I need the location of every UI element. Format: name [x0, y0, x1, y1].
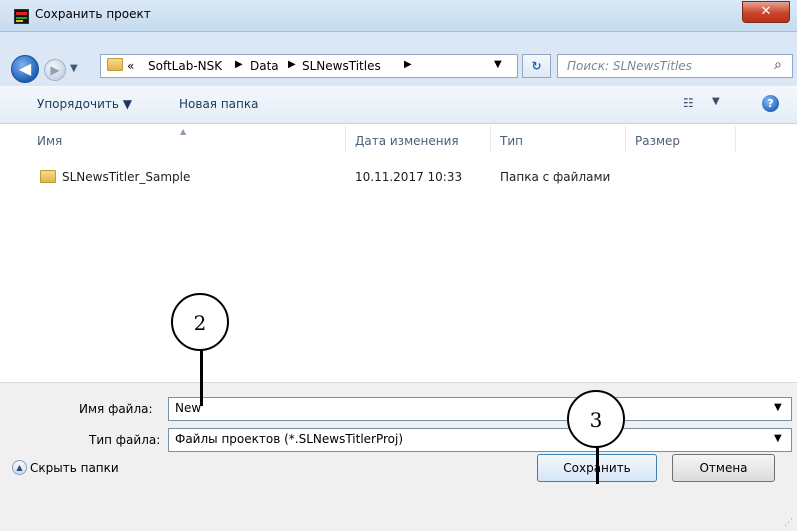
- recent-pages-dropdown[interactable]: ▼: [70, 63, 78, 74]
- filename-input[interactable]: [168, 397, 792, 421]
- back-button[interactable]: ◀: [11, 55, 39, 83]
- help-button[interactable]: ?: [762, 95, 779, 112]
- window-title: Сохранить проект: [35, 7, 151, 21]
- breadcrumb-separator-icon[interactable]: ▶: [288, 59, 296, 70]
- filetype-label: Тип файла:: [89, 433, 161, 447]
- close-button[interactable]: ✕: [742, 1, 790, 23]
- column-header-date[interactable]: Дата изменения: [355, 134, 459, 148]
- breadcrumb-data[interactable]: Data: [250, 59, 279, 73]
- forward-button[interactable]: ▶: [44, 59, 66, 81]
- column-header-size[interactable]: Размер: [635, 134, 680, 148]
- list-item-type: Папка с файлами: [500, 170, 611, 184]
- column-divider[interactable]: [345, 126, 346, 152]
- column-divider[interactable]: [625, 126, 626, 152]
- file-list[interactable]: [0, 124, 797, 382]
- search-placeholder: Поиск: SLNewsTitles: [567, 59, 692, 73]
- callout-line-3: [596, 444, 599, 484]
- collapse-up-icon[interactable]: ▲: [12, 460, 27, 475]
- folder-icon: [40, 170, 56, 183]
- callout-3: 3: [567, 390, 625, 448]
- breadcrumb-slnewstitles[interactable]: SLNewsTitles: [302, 59, 381, 73]
- callout-2: 2: [171, 293, 229, 351]
- views-icon[interactable]: ☷: [683, 96, 694, 110]
- callout-line-2: [200, 346, 203, 406]
- breadcrumb-separator-icon[interactable]: ▶: [235, 59, 243, 70]
- column-divider[interactable]: [735, 126, 736, 152]
- list-item-date: 10.11.2017 10:33: [355, 170, 463, 184]
- resize-grip-icon[interactable]: ⋰: [784, 518, 793, 528]
- chevron-down-icon[interactable]: ▼: [774, 433, 782, 444]
- column-header-type[interactable]: Тип: [500, 134, 523, 148]
- new-folder-button[interactable]: Новая папка: [179, 97, 258, 111]
- breadcrumb-softlab-nsk[interactable]: SoftLab-NSK: [148, 59, 222, 73]
- cancel-button[interactable]: Отмена: [672, 454, 775, 482]
- breadcrumb-separator-icon[interactable]: ▶: [404, 59, 412, 70]
- chevron-down-icon[interactable]: ▼: [774, 402, 782, 413]
- organize-button[interactable]: Упорядочить ▼: [37, 97, 132, 111]
- sort-ascending-icon: ▲: [180, 127, 187, 136]
- address-dropdown-icon[interactable]: ▼: [494, 59, 502, 70]
- filename-label: Имя файла:: [79, 402, 153, 416]
- search-icon[interactable]: ⌕: [774, 57, 790, 73]
- views-dropdown-icon[interactable]: ▼: [712, 96, 720, 107]
- list-item-name[interactable]: SLNewsTitler_Sample: [62, 170, 190, 184]
- filetype-value: Файлы проектов (*.SLNewsTitlerProj): [175, 432, 404, 446]
- refresh-button[interactable]: ↻: [522, 54, 551, 78]
- filename-value: New: [175, 401, 202, 415]
- breadcrumb-overflow-button[interactable]: «: [127, 59, 134, 73]
- column-divider[interactable]: [490, 126, 491, 152]
- folder-icon: [107, 58, 123, 71]
- column-header-name[interactable]: Имя: [37, 134, 62, 148]
- hide-folders-button[interactable]: Скрыть папки: [30, 461, 119, 475]
- app-icon: [14, 9, 29, 24]
